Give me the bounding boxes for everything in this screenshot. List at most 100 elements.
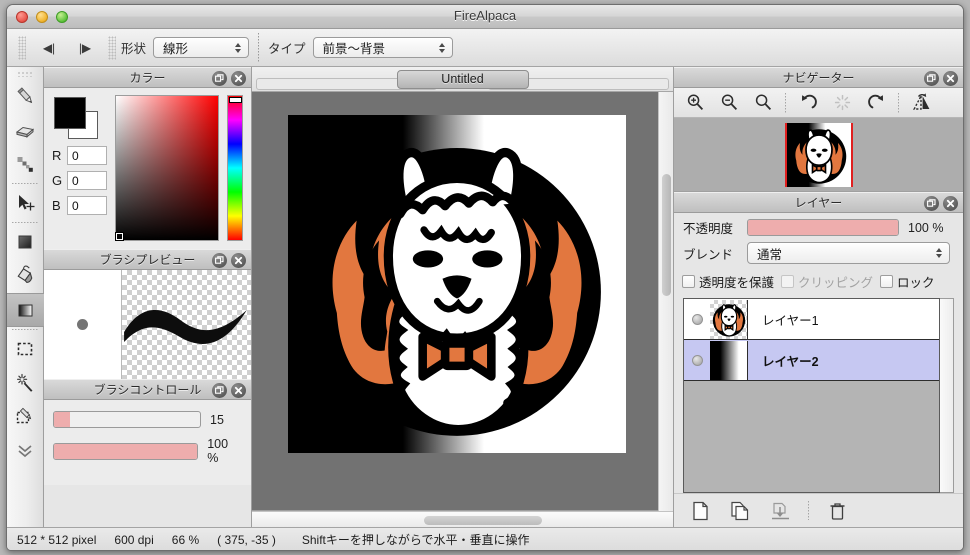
brush-size-fill [54,412,71,427]
blue-label: B [52,198,61,213]
zoom-in-icon[interactable] [678,90,712,116]
layer-visibility-toggle[interactable] [684,354,710,366]
bucket-tool[interactable] [9,259,42,293]
navigator-preview[interactable] [674,118,963,192]
hue-slider[interactable] [226,95,243,241]
magic-wand-tool[interactable] [9,366,42,400]
layer-opacity-slider[interactable] [747,219,899,236]
brush-control-float-button[interactable] [212,383,227,398]
navigator-close-button[interactable] [943,71,958,86]
brush-size-row: 15 [53,411,242,428]
brush-preview-float-button[interactable] [212,253,227,268]
toolbar-grip[interactable] [18,35,26,60]
toolbar-grip-2[interactable] [108,35,116,60]
blur-tool[interactable] [9,147,42,181]
navigator-divider-2 [898,92,899,113]
document-tab-label: Untitled [441,72,484,86]
zoom-out-icon[interactable] [712,90,746,116]
delete-layer-button[interactable] [825,499,849,523]
more-tools-chevron-icon[interactable] [9,434,42,468]
duplicate-layer-button[interactable] [728,499,752,523]
chevron-updown-icon-3 [936,248,942,258]
color-panel-close-button[interactable] [231,71,246,86]
blue-input[interactable]: 0 [67,196,107,215]
shape-select[interactable]: 線形 [153,37,250,58]
layer-list-scrollbar[interactable] [940,298,954,493]
protect-alpha-checkbox[interactable]: 透明度を保護 [682,272,774,291]
option-divider [258,32,260,63]
main-body: カラー R 0 G 0 B 0 ブラシプレビュー ブラシコントロール 15 10… [7,67,963,527]
chevron-updown-icon [235,42,242,53]
layer-name[interactable]: レイヤー1 [748,310,819,329]
shape-select-value: 線形 [163,42,189,56]
table-row[interactable]: レイヤー2 [684,340,939,381]
status-coordinates: ( 375, -35 ) [217,532,276,547]
color-panel-body: R 0 G 0 B 0 [44,88,251,249]
brush-size-slider[interactable] [53,411,201,428]
lock-checkbox[interactable]: ロック [880,272,935,291]
canvas-hscroll-thumb[interactable] [424,516,542,525]
status-bar: 512 * 512 pixel 600 dpi 66 % ( 375, -35 … [7,527,963,550]
layer-list[interactable]: レイヤー1 レイヤー2 [683,298,940,493]
flip-horizontal-icon[interactable] [904,90,938,116]
tool-strip-grip[interactable] [16,71,34,77]
navigator-float-button[interactable] [924,71,939,86]
rotate-right-icon[interactable] [859,90,893,116]
clipping-checkbox[interactable]: クリッピング [781,272,873,291]
saturation-value-field[interactable] [115,95,219,241]
brush-opacity-row: 100 % [53,437,242,465]
new-layer-button[interactable] [688,499,712,523]
layers-float-button[interactable] [924,196,939,211]
red-input[interactable]: 0 [67,146,107,165]
status-hint: Shiftキーを押しながらで水平・垂直に操作 [301,533,530,547]
layer-name[interactable]: レイヤー2 [748,351,819,370]
canvas-vertical-scrollbar[interactable] [658,92,673,511]
brush-tip-preview [44,270,122,379]
color-panel-header: カラー [44,67,251,88]
eraser-tool[interactable] [9,113,42,147]
layer-visibility-toggle[interactable] [684,313,710,325]
layers-close-button[interactable] [943,196,958,211]
protect-alpha-label: 透明度を保護 [699,276,775,290]
hue-cursor [228,97,242,103]
zoom-reset-icon[interactable] [746,90,780,116]
rect-select-tool[interactable] [9,332,42,366]
layer-blend-select[interactable]: 通常 [747,242,950,264]
move-tool[interactable] [9,186,42,220]
pencil-tool[interactable] [9,79,42,113]
gradient-tool[interactable] [7,293,44,327]
select-pen-tool[interactable] [9,400,42,434]
brush-control-close-button[interactable] [231,383,246,398]
brush-preview-body [44,270,251,379]
clipping-label: クリッピング [798,276,874,290]
canvas-viewport[interactable] [252,92,658,511]
navigator-toolbar [674,88,963,118]
layer-blend-label: ブレンド [683,247,734,262]
status-image-size: 512 * 512 pixel [17,532,97,547]
canvas-horizontal-scrollbar[interactable] [252,511,673,527]
brush-preview-close-button[interactable] [231,253,246,268]
history-redo-button[interactable]: |▶ [67,36,103,60]
green-input[interactable]: 0 [67,171,107,190]
rotate-left-icon[interactable] [791,90,825,116]
lock-label: ロック [897,276,935,290]
fill-tool[interactable] [9,225,42,259]
artboard[interactable] [288,115,626,453]
history-undo-button[interactable]: ◀| [31,36,67,60]
tool-divider-3 [11,329,39,330]
visibility-dot-icon [691,354,703,366]
merge-layer-button[interactable] [768,499,792,523]
foreground-color-swatch[interactable] [54,97,86,129]
type-select[interactable]: 前景～背景 [312,37,453,58]
color-panel-float-button[interactable] [212,71,227,86]
canvas-wrap [252,92,673,511]
brush-opacity-value: 100 % [207,437,229,465]
layer-opacity-fill [748,220,898,235]
canvas-vscroll-thumb[interactable] [662,174,671,296]
document-tab[interactable]: Untitled [396,69,529,89]
brush-preview-title: ブラシプレビュー [99,253,196,267]
document-tab-bar: Untitled [252,67,673,92]
color-swatches[interactable] [52,95,100,140]
brush-opacity-slider[interactable] [53,442,199,460]
table-row[interactable]: レイヤー1 [684,299,939,340]
